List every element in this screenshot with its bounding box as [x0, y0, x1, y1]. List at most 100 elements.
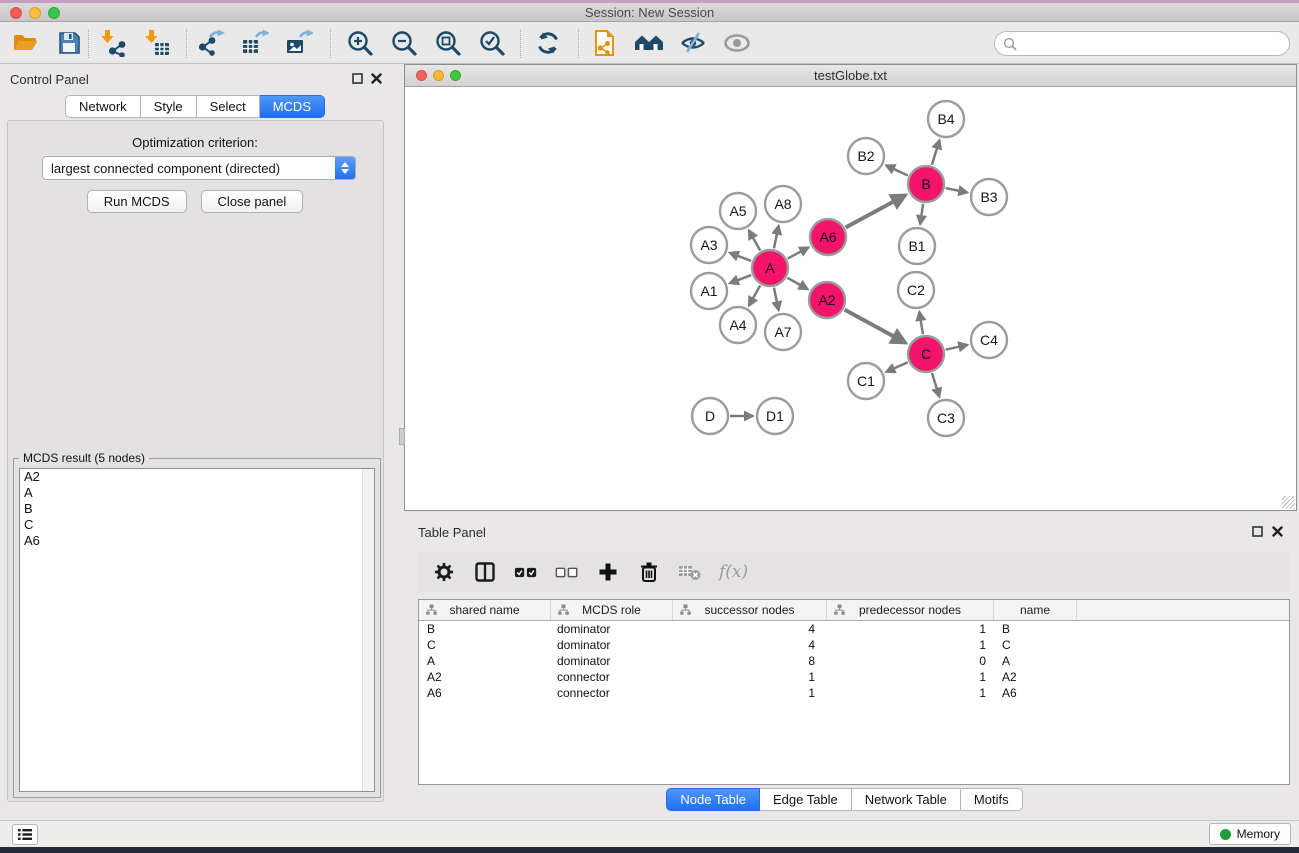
select-all-checkboxes-icon[interactable] — [514, 560, 538, 584]
scrollbar-track[interactable] — [362, 469, 374, 791]
graph-node-B[interactable]: B — [908, 166, 944, 202]
open-folder-icon[interactable] — [10, 28, 40, 58]
column-header-predecessor-nodes[interactable]: predecessor nodes — [827, 600, 994, 620]
mcds-result-item[interactable]: A — [20, 485, 374, 501]
tab-node-table[interactable]: Node Table — [666, 788, 760, 811]
tab-select[interactable]: Select — [197, 95, 260, 118]
search-input[interactable] — [1017, 36, 1289, 51]
close-table-panel-icon[interactable] — [1272, 526, 1283, 537]
gear-icon[interactable] — [432, 560, 456, 584]
graph-edge-B-B2[interactable] — [886, 165, 908, 175]
show-graphics-eye-icon[interactable] — [722, 28, 752, 58]
graph-node-D[interactable]: D — [692, 398, 728, 434]
zoom-in-icon[interactable] — [345, 28, 375, 58]
tab-motifs[interactable]: Motifs — [961, 788, 1023, 811]
optimization-select[interactable]: largest connected component (directed) — [42, 156, 356, 180]
minimize-network-icon[interactable] — [433, 70, 444, 81]
close-window-button[interactable] — [10, 7, 22, 19]
hide-details-icon[interactable] — [678, 28, 708, 58]
mcds-result-item[interactable]: C — [20, 517, 374, 533]
mcds-result-item[interactable]: A2 — [20, 469, 374, 485]
tab-network[interactable]: Network — [65, 95, 141, 118]
graph-edge-A2-C[interactable] — [845, 310, 906, 343]
refresh-icon[interactable] — [533, 28, 563, 58]
zoom-network-icon[interactable] — [450, 70, 461, 81]
graph-node-A8[interactable]: A8 — [765, 186, 801, 222]
graph-edge-C-C4[interactable] — [946, 345, 968, 350]
graph-edge-C-C1[interactable] — [886, 362, 907, 372]
table-row[interactable]: Adominator80A — [419, 653, 1289, 669]
graph-edge-A-A4[interactable] — [749, 285, 760, 305]
home-networks-icon[interactable] — [634, 28, 664, 58]
graph-node-A2[interactable]: A2 — [809, 282, 845, 318]
graph-node-A3[interactable]: A3 — [691, 227, 727, 263]
graph-node-D1[interactable]: D1 — [757, 398, 793, 434]
graph-edge-C-C2[interactable] — [919, 312, 922, 334]
close-network-icon[interactable] — [416, 70, 427, 81]
export-network-icon[interactable] — [196, 28, 226, 58]
zoom-out-icon[interactable] — [389, 28, 419, 58]
network-window-titlebar[interactable]: testGlobe.txt — [405, 65, 1296, 87]
resize-grip-icon[interactable] — [1282, 496, 1295, 509]
close-panel-button[interactable]: Close panel — [201, 190, 304, 213]
graph-edge-A-A2[interactable] — [787, 278, 807, 289]
graph-edge-A6-B[interactable] — [846, 195, 906, 227]
float-panel-icon[interactable] — [352, 73, 363, 84]
graph-node-B4[interactable]: B4 — [928, 101, 964, 137]
table-row[interactable]: Bdominator41B — [419, 621, 1289, 637]
import-network-icon[interactable] — [98, 28, 128, 58]
column-header-shared-name[interactable]: shared name — [419, 600, 551, 620]
graph-edge-A-A6[interactable] — [788, 247, 809, 258]
save-icon[interactable] — [54, 28, 84, 58]
split-columns-icon[interactable] — [473, 560, 497, 584]
mcds-result-item[interactable]: A6 — [20, 533, 374, 549]
graph-node-C2[interactable]: C2 — [898, 272, 934, 308]
graph-node-A4[interactable]: A4 — [720, 307, 756, 343]
minimize-window-button[interactable] — [29, 7, 41, 19]
mcds-result-list[interactable]: A2ABCA6 — [19, 468, 375, 792]
zoom-window-button[interactable] — [48, 7, 60, 19]
graph-edge-A-A3[interactable] — [730, 253, 751, 261]
graph-node-A1[interactable]: A1 — [691, 273, 727, 309]
graph-edge-B-B1[interactable] — [920, 204, 923, 224]
graph-edge-A-A5[interactable] — [749, 230, 760, 250]
delete-table-icon[interactable] — [678, 560, 702, 584]
column-header-successor-nodes[interactable]: successor nodes — [673, 600, 827, 620]
tab-edge-table[interactable]: Edge Table — [760, 788, 852, 811]
graph-edge-A-A8[interactable] — [774, 226, 779, 249]
column-header-mcds-role[interactable]: MCDS role — [551, 600, 673, 620]
graph-node-C3[interactable]: C3 — [928, 400, 964, 436]
import-table-icon[interactable] — [142, 28, 172, 58]
close-panel-icon[interactable] — [371, 73, 382, 84]
zoom-fit-icon[interactable] — [433, 28, 463, 58]
delete-icon[interactable] — [637, 560, 661, 584]
export-table-icon[interactable] — [240, 28, 270, 58]
graph-node-A[interactable]: A — [752, 250, 788, 286]
graph-node-B2[interactable]: B2 — [848, 138, 884, 174]
graph-edge-A-A1[interactable] — [730, 275, 751, 283]
float-table-panel-icon[interactable] — [1252, 526, 1263, 537]
deselect-all-checkboxes-icon[interactable] — [555, 560, 579, 584]
graph-node-B1[interactable]: B1 — [899, 228, 935, 264]
graph-edge-A-A7[interactable] — [774, 288, 779, 311]
graph-node-A7[interactable]: A7 — [765, 314, 801, 350]
graph-node-C[interactable]: C — [908, 336, 944, 372]
graph-node-C1[interactable]: C1 — [848, 363, 884, 399]
tab-mcds[interactable]: MCDS — [260, 95, 325, 118]
network-canvas[interactable]: B4B2BB3A5A8A6B1A3AA1A2C2A4A7C4CC1DD1C3 — [405, 87, 1296, 510]
network-file-icon[interactable] — [590, 28, 620, 58]
tab-network-table[interactable]: Network Table — [852, 788, 961, 811]
search-field[interactable] — [994, 31, 1290, 56]
graph-node-C4[interactable]: C4 — [971, 322, 1007, 358]
task-history-button[interactable] — [12, 824, 38, 845]
zoom-selected-icon[interactable] — [477, 28, 507, 58]
graph-node-A5[interactable]: A5 — [720, 193, 756, 229]
graph-edge-C-C3[interactable] — [932, 373, 939, 397]
column-header-name[interactable]: name — [994, 600, 1077, 620]
table-row[interactable]: A2connector11A2 — [419, 669, 1289, 685]
function-builder-icon[interactable]: f(x) — [719, 562, 748, 582]
add-column-icon[interactable] — [596, 560, 620, 584]
tab-style[interactable]: Style — [141, 95, 197, 118]
graph-node-A6[interactable]: A6 — [810, 219, 846, 255]
table-row[interactable]: A6connector11A6 — [419, 685, 1289, 701]
